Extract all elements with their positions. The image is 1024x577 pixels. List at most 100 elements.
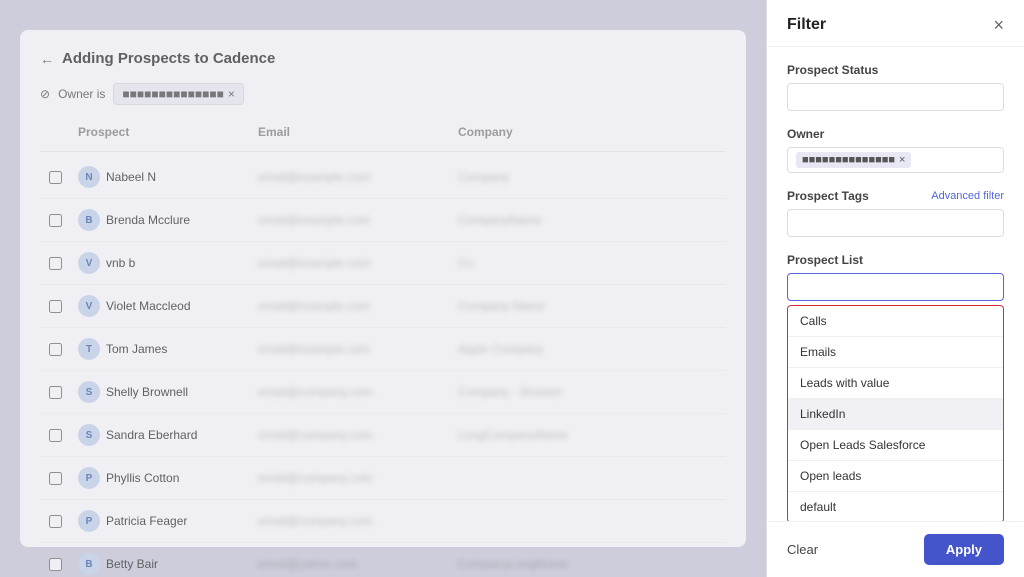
prospect-name: Shelly Brownell [106,385,188,399]
prospect-cell: S Sandra Eberhard [70,420,250,450]
avatar: P [78,467,100,489]
prospect-list-section: Prospect List Calls Emails Leads with va… [787,253,1004,301]
email-cell: email@example.com [250,295,450,317]
active-filters-bar: ⊘ Owner is ■■■■■■■■■■■■■■ × [40,83,726,105]
prospect-name: Phyllis Cotton [106,471,179,485]
prospect-list-input-wrap: Calls Emails Leads with value LinkedIn O… [787,273,1004,301]
header-email: Email [250,121,450,143]
avatar: S [78,424,100,446]
prospect-cell: S Shelly Brownell [70,377,250,407]
email-cell: email@company.com [250,510,450,532]
dropdown-item-linkedin[interactable]: LinkedIn [788,399,1003,430]
prospect-name: Sandra Eberhard [106,428,197,442]
main-content-area: ← Adding Prospects to Cadence ⊘ Owner is… [0,0,766,577]
prospect-cell: V Violet Maccleod [70,291,250,321]
remove-filter-icon[interactable]: × [228,87,235,101]
table-row: P Phyllis Cotton email@company.com [40,457,726,500]
row-checkbox[interactable] [40,558,70,571]
close-filter-button[interactable]: × [993,16,1004,34]
dropdown-item-default[interactable]: default [788,492,1003,521]
row-checkbox[interactable] [40,257,70,270]
dropdown-item-calls[interactable]: Calls [788,306,1003,337]
row-checkbox[interactable] [40,429,70,442]
owner-tag-remove[interactable]: × [899,154,905,166]
row-checkbox[interactable] [40,515,70,528]
prospect-cell: B Brenda Mcclure [70,205,250,235]
table-row: S Sandra Eberhard email@company.com Long… [40,414,726,457]
header-company: Company [450,121,650,143]
company-cell: CompanyName [450,209,650,231]
company-cell [450,517,650,525]
table-header-row: Prospect Email Company [40,121,726,152]
company-cell: Company [450,166,650,188]
header-prospect: Prospect [70,121,250,143]
company-cell: Company - Division [450,381,650,403]
table-row: S Shelly Brownell email@company.com Comp… [40,371,726,414]
dropdown-item-emails[interactable]: Emails [788,337,1003,368]
dropdown-item-open-leads[interactable]: Open leads [788,461,1003,492]
company-cell: LongCompanyName [450,424,650,446]
row-checkbox[interactable] [40,343,70,356]
prospect-cell: T Tom James [70,334,250,364]
email-cell: email@company.com [250,467,450,489]
dropdown-item-leads-with-value[interactable]: Leads with value [788,368,1003,399]
prospect-status-input[interactable] [787,83,1004,111]
header-checkbox [40,121,70,143]
avatar: S [78,381,100,403]
table-row: N Nabeel N email@example.com Company [40,156,726,199]
avatar: B [78,553,100,575]
email-cell: email@example.com [250,166,450,188]
avatar: P [78,510,100,532]
clear-button[interactable]: Clear [787,542,818,557]
owner-section: Owner ■■■■■■■■■■■■■■ × [787,127,1004,173]
owner-tag-value: ■■■■■■■■■■■■■■ [802,154,895,166]
prospect-name: Nabeel N [106,170,156,184]
prospect-tags-label: Prospect Tags Advanced filter [787,189,1004,203]
prospect-cell: N Nabeel N [70,162,250,192]
row-checkbox[interactable] [40,171,70,184]
avatar: T [78,338,100,360]
company-cell: CompanyLongName [450,553,650,575]
back-button[interactable]: ← [40,51,54,67]
owner-input-wrap[interactable]: ■■■■■■■■■■■■■■ × [787,147,1004,173]
prospect-name: Violet Maccleod [106,299,191,313]
row-checkbox[interactable] [40,214,70,227]
row-checkbox[interactable] [40,386,70,399]
row-checkbox[interactable] [40,472,70,485]
prospect-cell: B Betty Bair [70,549,250,577]
company-cell: Company Name [450,295,650,317]
owner-tag: ■■■■■■■■■■■■■■ × [796,152,911,168]
avatar: B [78,209,100,231]
prospect-name: vnb b [106,256,135,270]
prospect-list-label: Prospect List [787,253,1004,267]
row-checkbox[interactable] [40,300,70,313]
prospect-name: Brenda Mcclure [106,213,190,227]
prospect-status-label: Prospect Status [787,63,1004,77]
owner-filter-tag[interactable]: ■■■■■■■■■■■■■■ × [113,83,244,105]
prospect-tags-input[interactable] [787,209,1004,237]
prospect-name: Tom James [106,342,167,356]
table-row: B Brenda Mcclure email@example.com Compa… [40,199,726,242]
avatar: V [78,295,100,317]
dropdown-item-open-leads-salesforce[interactable]: Open Leads Salesforce [788,430,1003,461]
filter-panel-body: Prospect Status Owner ■■■■■■■■■■■■■■ × P… [767,47,1024,521]
prospect-list-dropdown: Calls Emails Leads with value LinkedIn O… [787,305,1004,521]
prospect-list-input[interactable] [787,273,1004,301]
owner-label: Owner [787,127,1004,141]
prospect-name: Betty Bair [106,557,158,571]
prospects-table: Prospect Email Company N Nabeel N email@… [40,121,726,577]
email-cell: email@example.com [250,338,450,360]
apply-button[interactable]: Apply [924,534,1004,565]
company-cell: Co [450,252,650,274]
email-cell: email@yahoo.com [250,553,450,575]
filter-panel-footer: Clear Apply [767,521,1024,577]
prospect-name: Patricia Feager [106,514,187,528]
email-cell: email@example.com [250,252,450,274]
prospect-cell: P Patricia Feager [70,506,250,536]
table-row: P Patricia Feager email@company.com [40,500,726,543]
email-cell: email@company.com [250,381,450,403]
table-row: V vnb b email@example.com Co [40,242,726,285]
advanced-filter-link[interactable]: Advanced filter [931,190,1004,202]
filter-panel-title: Filter [787,16,826,34]
table-row: T Tom James email@example.com Apple Comp… [40,328,726,371]
